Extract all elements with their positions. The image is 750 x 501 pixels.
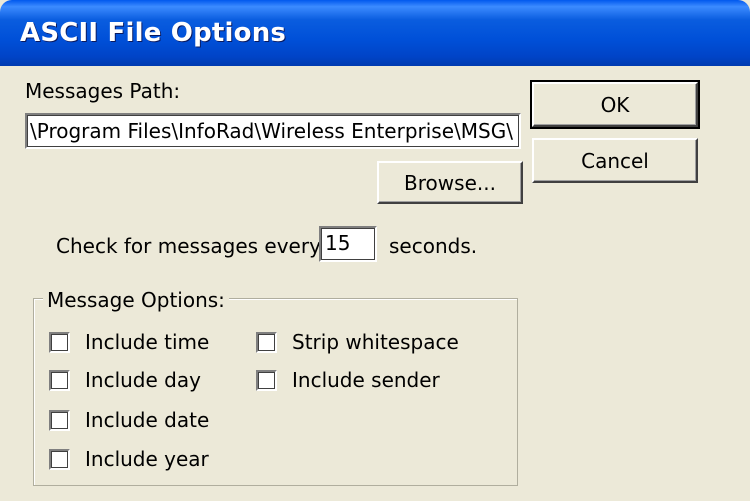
include-day-checkbox-box[interactable]: [49, 369, 70, 391]
title-bar[interactable]: ASCII File Options: [0, 0, 750, 66]
include-sender-label: Include sender: [292, 368, 440, 392]
window-title: ASCII File Options: [20, 18, 287, 48]
ascii-file-options-dialog: ASCII File Options Messages Path: \Progr…: [0, 0, 750, 501]
strip-whitespace-checkbox[interactable]: Strip whitespace: [256, 330, 459, 354]
include-year-checkbox[interactable]: Include year: [49, 447, 209, 471]
include-date-label: Include date: [85, 408, 210, 432]
include-sender-checkbox[interactable]: Include sender: [256, 368, 440, 392]
include-year-checkbox-box[interactable]: [49, 448, 70, 470]
ok-button-label: OK: [600, 92, 630, 117]
include-time-checkbox-box[interactable]: [49, 331, 70, 353]
cancel-button-label: Cancel: [581, 148, 649, 173]
cancel-button[interactable]: Cancel: [532, 138, 698, 183]
strip-whitespace-checkbox-box[interactable]: [256, 331, 277, 353]
include-day-checkbox[interactable]: Include day: [49, 368, 201, 392]
include-date-checkbox[interactable]: Include date: [49, 408, 209, 432]
strip-whitespace-label: Strip whitespace: [292, 330, 459, 354]
messages-path-label: Messages Path:: [25, 79, 181, 103]
ok-button[interactable]: OK: [530, 80, 700, 129]
include-time-label: Include time: [85, 330, 210, 354]
include-time-checkbox[interactable]: Include time: [49, 330, 209, 354]
check-interval-input[interactable]: 15: [319, 226, 377, 262]
browse-button-label: Browse...: [404, 170, 496, 195]
include-year-label: Include year: [85, 447, 209, 471]
include-day-label: Include day: [85, 368, 201, 392]
include-sender-checkbox-box[interactable]: [256, 369, 277, 391]
check-interval-prefix: Check for messages every: [56, 234, 321, 258]
include-date-checkbox-box[interactable]: [49, 409, 70, 431]
browse-button[interactable]: Browse...: [377, 161, 523, 204]
messages-path-input[interactable]: \Program Files\InfoRad\Wireless Enterpri…: [25, 113, 521, 149]
check-interval-suffix: seconds.: [389, 234, 478, 258]
message-options-legend: Message Options:: [43, 288, 229, 312]
